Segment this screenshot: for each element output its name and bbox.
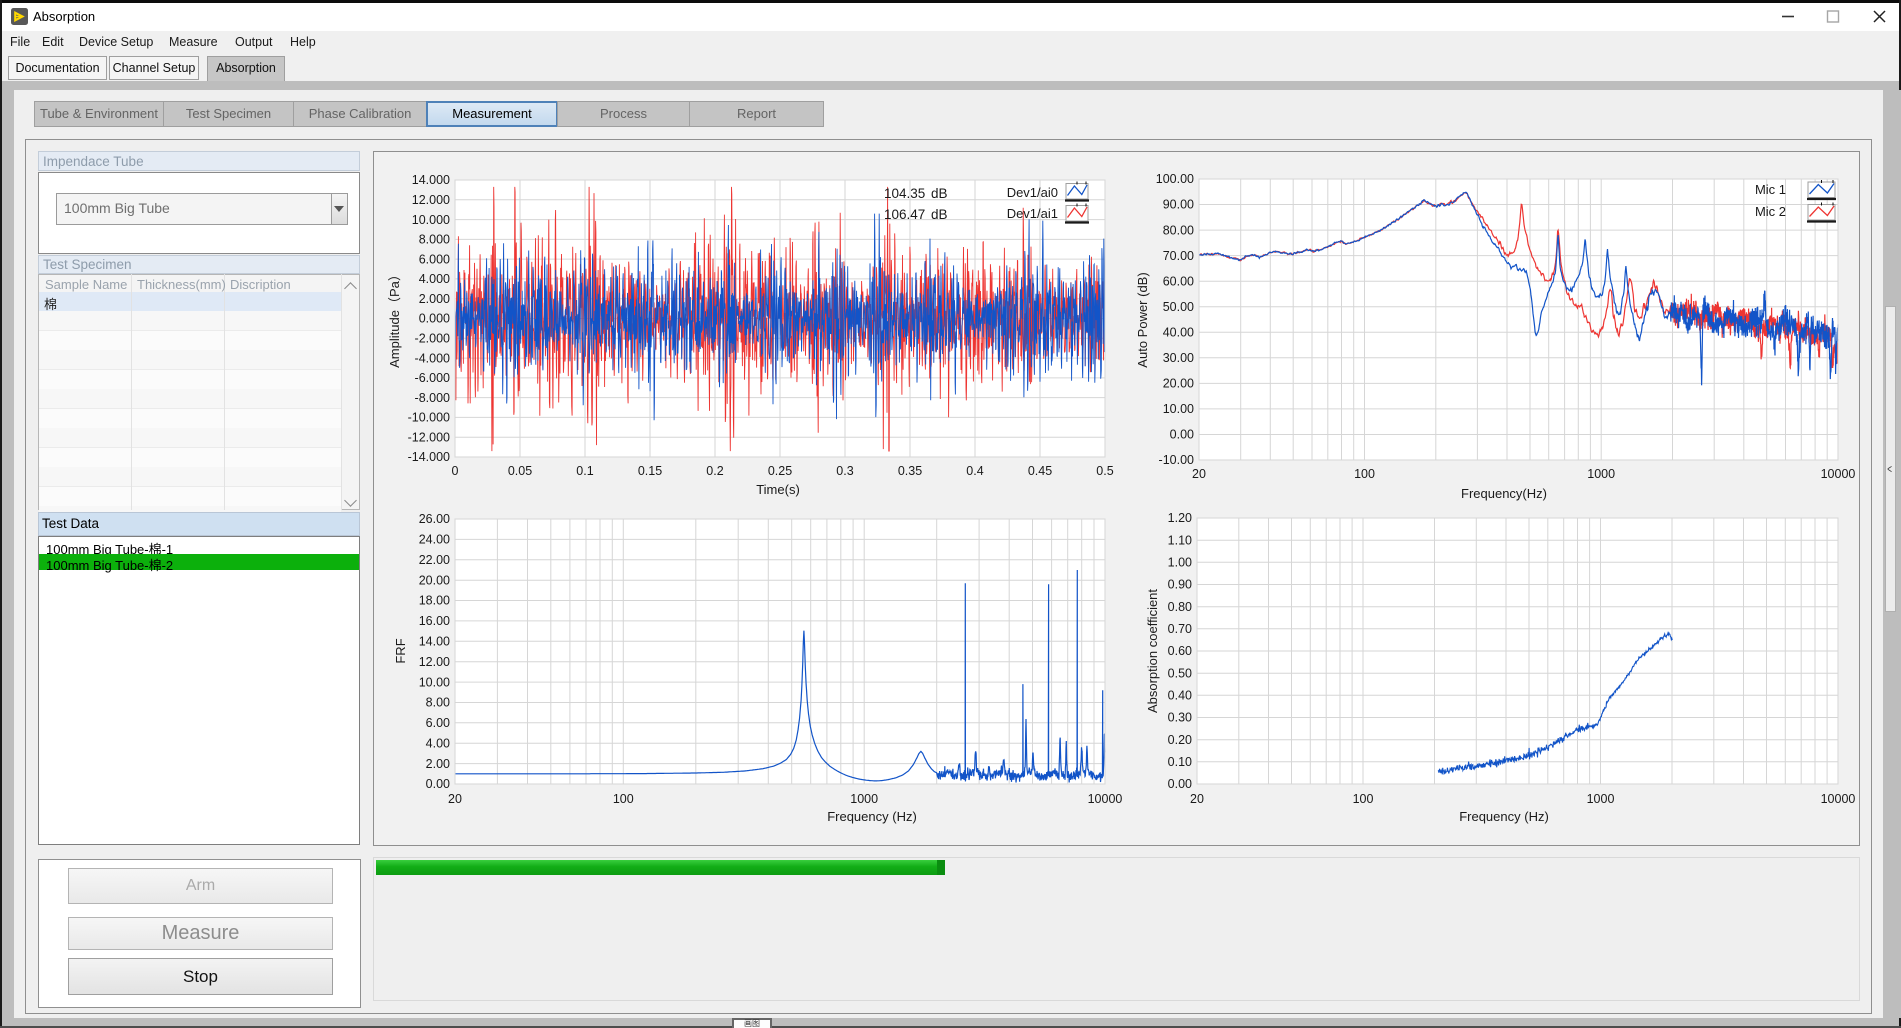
svg-text:0.5: 0.5 — [1096, 464, 1113, 478]
svg-text:14.00: 14.00 — [419, 635, 450, 649]
svg-text:0.25: 0.25 — [768, 464, 792, 478]
svg-text:100: 100 — [1353, 792, 1374, 806]
svg-text:Absorption coefficient: Absorption coefficient — [1145, 589, 1160, 713]
svg-text:70.00: 70.00 — [1163, 249, 1194, 263]
svg-text:FRF: FRF — [393, 638, 408, 663]
svg-text:10000: 10000 — [1821, 467, 1856, 481]
svg-text:1000: 1000 — [850, 792, 878, 806]
svg-text:20.00: 20.00 — [419, 573, 450, 587]
svg-text:1.00: 1.00 — [1168, 556, 1192, 570]
svg-text:80.00: 80.00 — [1163, 223, 1194, 237]
svg-text:0.70: 0.70 — [1168, 622, 1192, 636]
svg-text:22.00: 22.00 — [419, 553, 450, 567]
svg-text:Mic 2: Mic 2 — [1755, 204, 1786, 219]
svg-text:12.000: 12.000 — [412, 193, 450, 207]
svg-text:1.20: 1.20 — [1168, 511, 1192, 525]
svg-text:10000: 10000 — [1088, 792, 1123, 806]
svg-text:0.45: 0.45 — [1028, 464, 1052, 478]
svg-text:20: 20 — [448, 792, 462, 806]
svg-text:0.3: 0.3 — [836, 464, 853, 478]
svg-text:Time(s): Time(s) — [756, 482, 800, 497]
svg-text:20.00: 20.00 — [1163, 377, 1194, 391]
svg-text:0.80: 0.80 — [1168, 600, 1192, 614]
svg-text:50.00: 50.00 — [1163, 300, 1194, 314]
svg-text:0.60: 0.60 — [1168, 644, 1192, 658]
svg-text:0.05: 0.05 — [508, 464, 532, 478]
svg-text:0.20: 0.20 — [1168, 733, 1192, 747]
svg-text:12.00: 12.00 — [419, 655, 450, 669]
svg-text:40.00: 40.00 — [1163, 326, 1194, 340]
svg-text:0: 0 — [452, 464, 459, 478]
svg-text:-4.000: -4.000 — [415, 351, 450, 365]
svg-text:-6.000: -6.000 — [415, 371, 450, 385]
svg-text:0.000: 0.000 — [419, 312, 450, 326]
svg-text:100.00: 100.00 — [1156, 172, 1194, 186]
svg-text:-10.00: -10.00 — [1159, 453, 1194, 467]
svg-text:Dev1/ai0: Dev1/ai0 — [1007, 185, 1058, 200]
svg-text:-8.000: -8.000 — [415, 391, 450, 405]
svg-text:0.90: 0.90 — [1168, 578, 1192, 592]
svg-text:6.000: 6.000 — [419, 252, 450, 266]
svg-text:18.00: 18.00 — [419, 594, 450, 608]
svg-text:dB: dB — [931, 207, 948, 222]
svg-text:106.47: 106.47 — [884, 207, 925, 222]
svg-text:Amplitude（Pa）: Amplitude（Pa） — [387, 268, 402, 368]
svg-text:30.00: 30.00 — [1163, 351, 1194, 365]
svg-text:10.00: 10.00 — [1163, 402, 1194, 416]
svg-text:Dev1/ai1: Dev1/ai1 — [1007, 206, 1058, 221]
svg-text:1000: 1000 — [1587, 792, 1615, 806]
svg-text:-10.000: -10.000 — [408, 411, 450, 425]
svg-text:0.4: 0.4 — [966, 464, 983, 478]
svg-text:0.15: 0.15 — [638, 464, 662, 478]
svg-text:90.00: 90.00 — [1163, 198, 1194, 212]
svg-text:20: 20 — [1192, 467, 1206, 481]
svg-text:14.000: 14.000 — [412, 173, 450, 187]
svg-text:-12.000: -12.000 — [408, 430, 450, 444]
svg-text:104.35: 104.35 — [884, 186, 925, 201]
svg-text:Auto Power (dB): Auto Power (dB) — [1135, 272, 1150, 367]
svg-text:2.000: 2.000 — [419, 292, 450, 306]
svg-text:Frequency (Hz): Frequency (Hz) — [1459, 809, 1549, 824]
svg-text:8.00: 8.00 — [426, 696, 450, 710]
svg-text:0.00: 0.00 — [426, 777, 450, 791]
svg-text:Frequency(Hz): Frequency(Hz) — [1461, 486, 1547, 501]
svg-text:0.1: 0.1 — [576, 464, 593, 478]
svg-text:100: 100 — [1354, 467, 1375, 481]
svg-text:-14.000: -14.000 — [408, 450, 450, 464]
svg-text:10.000: 10.000 — [412, 213, 450, 227]
svg-text:0.2: 0.2 — [706, 464, 723, 478]
svg-text:dB: dB — [931, 186, 948, 201]
svg-text:0.40: 0.40 — [1168, 689, 1192, 703]
svg-text:0.50: 0.50 — [1168, 666, 1192, 680]
svg-text:Mic 1: Mic 1 — [1755, 182, 1786, 197]
svg-text:60.00: 60.00 — [1163, 274, 1194, 288]
svg-text:0.30: 0.30 — [1168, 711, 1192, 725]
svg-text:100: 100 — [613, 792, 634, 806]
svg-text:0.10: 0.10 — [1168, 755, 1192, 769]
svg-text:4.000: 4.000 — [419, 272, 450, 286]
svg-text:Frequency (Hz): Frequency (Hz) — [827, 809, 917, 824]
svg-text:24.00: 24.00 — [419, 533, 450, 547]
svg-text:1.10: 1.10 — [1168, 533, 1192, 547]
svg-text:10.00: 10.00 — [419, 675, 450, 689]
svg-text:0.00: 0.00 — [1168, 777, 1192, 791]
svg-text:1000: 1000 — [1587, 467, 1615, 481]
svg-text:0.35: 0.35 — [898, 464, 922, 478]
svg-text:10000: 10000 — [1821, 792, 1856, 806]
svg-text:2.00: 2.00 — [426, 757, 450, 771]
svg-text:16.00: 16.00 — [419, 614, 450, 628]
svg-text:0.00: 0.00 — [1170, 428, 1194, 442]
svg-text:20: 20 — [1190, 792, 1204, 806]
svg-text:26.00: 26.00 — [419, 512, 450, 526]
svg-text:-2.000: -2.000 — [415, 332, 450, 346]
svg-text:6.00: 6.00 — [426, 716, 450, 730]
svg-text:8.000: 8.000 — [419, 233, 450, 247]
svg-text:4.00: 4.00 — [426, 736, 450, 750]
